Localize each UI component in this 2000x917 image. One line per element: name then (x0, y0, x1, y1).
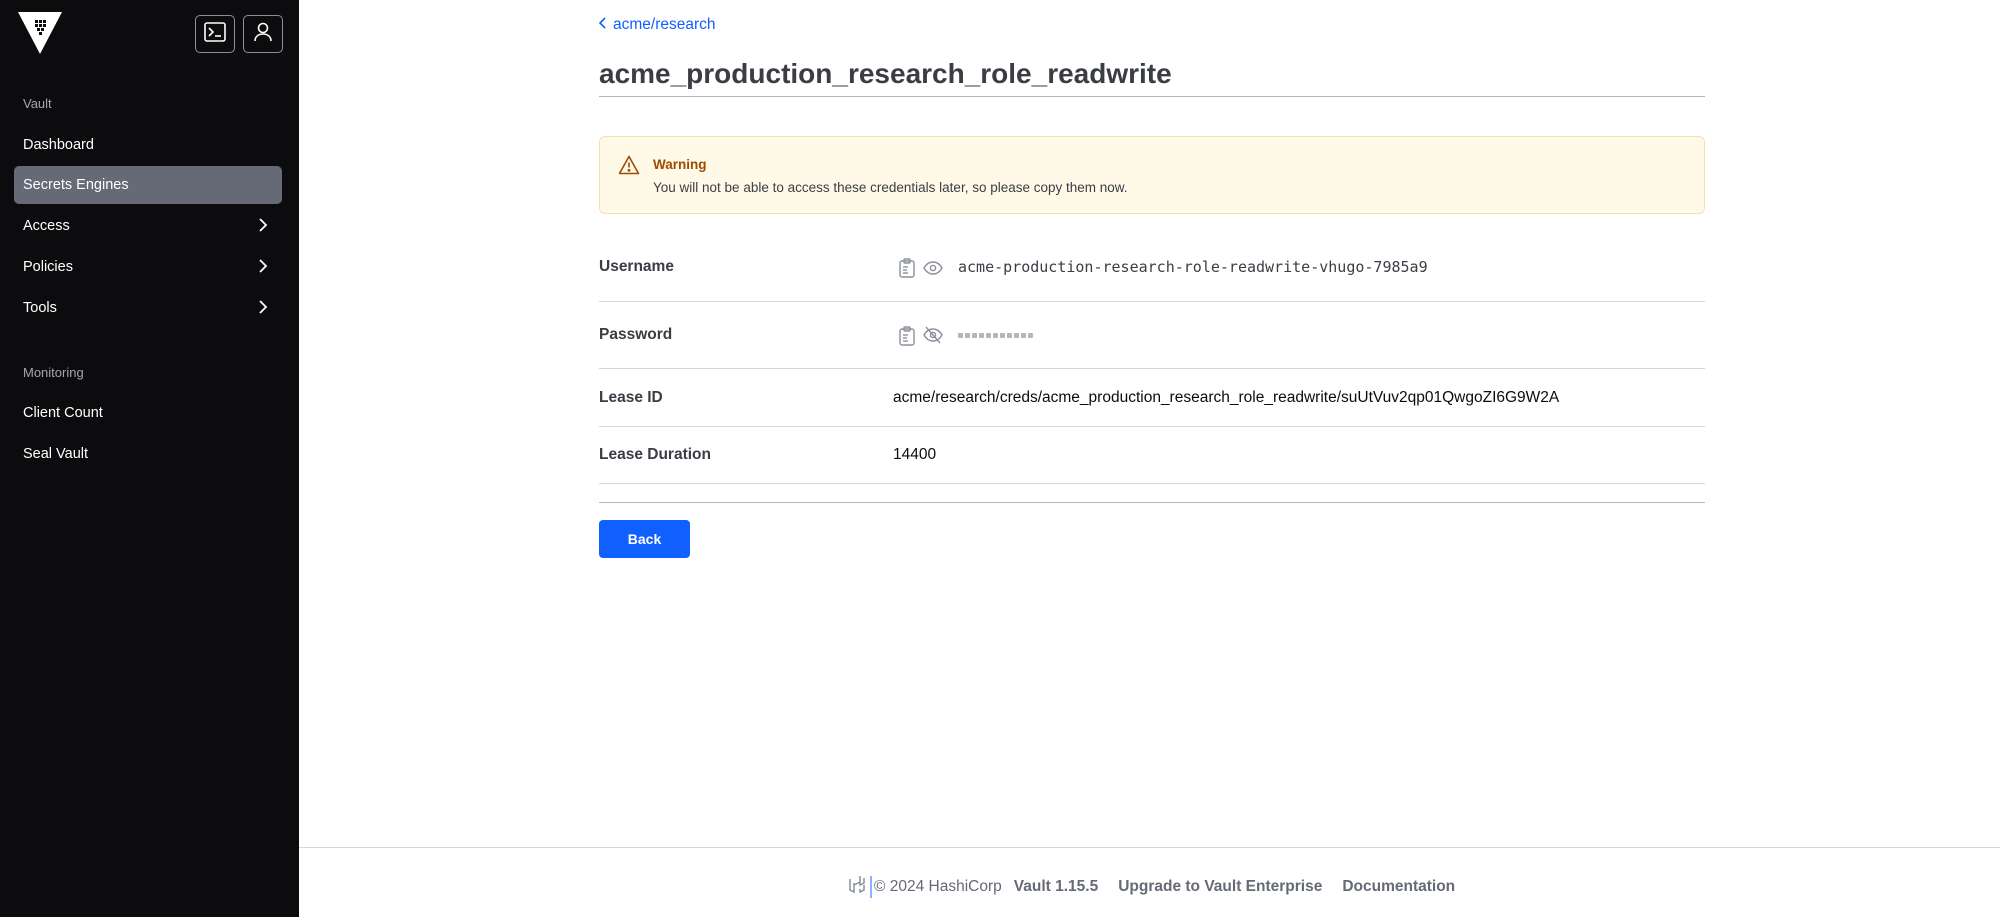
alert-triangle-icon (618, 155, 640, 180)
lease-duration-label: Lease Duration (599, 446, 711, 463)
sidebar-item-label: Policies (23, 259, 73, 275)
footer-copyright: © 2024 HashiCorp (874, 877, 1002, 895)
lease-id-label: Lease ID (599, 389, 663, 406)
warning-alert: Warning You will not be able to access t… (599, 136, 1705, 214)
password-masked-value (958, 333, 1033, 338)
sidebar-item-label: Seal Vault (23, 446, 89, 462)
sidebar-item-label: Client Count (23, 405, 103, 421)
form-divider (599, 502, 1705, 503)
sidebar-item-client-count[interactable]: Client Count (14, 394, 282, 432)
main-content: acme/research acme_production_research_r… (299, 0, 2000, 847)
breadcrumb-link[interactable]: acme/research (613, 16, 716, 34)
sidebar-item-policies[interactable]: Policies (14, 248, 282, 286)
alert-title: Warning (653, 157, 707, 172)
password-label: Password (599, 326, 673, 343)
user-icon (252, 21, 274, 48)
footer-version-link[interactable]: Vault 1.15.5 (1014, 878, 1098, 896)
footer: © 2024 HashiCorp Vault 1.15.5 Upgrade to… (299, 847, 2000, 917)
sidebar-item-secrets-engines[interactable]: Secrets Engines (14, 166, 282, 204)
sidebar-item-access[interactable]: Access (14, 207, 282, 245)
sidebar-item-label: Secrets Engines (23, 177, 129, 193)
username-value: acme-production-research-role-readwrite-… (958, 258, 1428, 276)
chevron-right-icon (258, 259, 268, 277)
hashicorp-logo-icon (848, 875, 866, 898)
chevron-right-icon (258, 218, 268, 236)
username-label: Username (599, 258, 674, 275)
username-row: Username acme-production-research-role-r… (599, 234, 1705, 302)
chevron-right-icon (258, 300, 268, 318)
sidebar: Vault Dashboard Secrets Engines Access P… (0, 0, 299, 917)
password-row: Password (599, 302, 1705, 369)
sidebar-item-label: Tools (23, 300, 57, 316)
alert-message: You will not be able to access these cre… (653, 180, 1128, 195)
page-title: acme_production_research_role_readwrite (599, 58, 1172, 89)
nav-heading-monitoring: Monitoring (23, 365, 84, 380)
nav-heading-vault: Vault (23, 96, 52, 111)
sidebar-item-label: Access (23, 218, 70, 234)
footer-content: © 2024 HashiCorp Vault 1.15.5 Upgrade to… (848, 875, 1455, 898)
lease-id-row: Lease ID acme/research/creds/acme_produc… (599, 369, 1705, 427)
text-cursor (870, 875, 872, 898)
chevron-left-icon (598, 16, 607, 34)
footer-upgrade-link[interactable]: Upgrade to Vault Enterprise (1118, 878, 1322, 896)
clipboard-icon[interactable] (898, 326, 916, 351)
title-divider (599, 96, 1705, 97)
back-button[interactable]: Back (599, 520, 690, 558)
vault-logo-icon[interactable] (18, 12, 62, 54)
sidebar-item-tools[interactable]: Tools (14, 289, 282, 327)
eye-icon[interactable] (923, 260, 943, 281)
sidebar-item-seal-vault[interactable]: Seal Vault (14, 435, 282, 473)
lease-id-value: acme/research/creds/acme_production_rese… (893, 389, 1560, 406)
sidebar-item-dashboard[interactable]: Dashboard (14, 126, 282, 164)
user-menu-button[interactable] (243, 15, 283, 53)
footer-documentation-link[interactable]: Documentation (1342, 878, 1455, 896)
breadcrumb[interactable]: acme/research (598, 16, 716, 34)
console-toggle-button[interactable] (195, 15, 235, 53)
terminal-icon (204, 21, 226, 47)
clipboard-icon[interactable] (898, 258, 916, 283)
lease-duration-row: Lease Duration 14400 (599, 427, 1705, 484)
eye-off-icon[interactable] (923, 326, 943, 349)
sidebar-item-label: Dashboard (23, 137, 94, 153)
lease-duration-value: 14400 (893, 446, 937, 463)
